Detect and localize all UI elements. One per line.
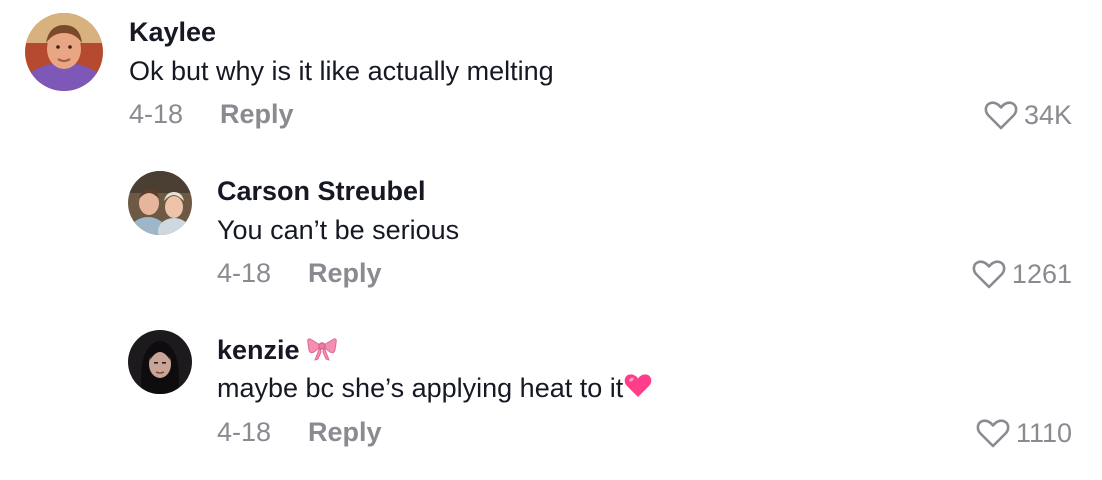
comment-date: 4-18: [217, 417, 272, 447]
comment-text-body: maybe bc she’s applying heat to it: [217, 373, 624, 403]
username-text: kenzie: [217, 335, 300, 365]
comment-text: You can’t be serious: [217, 215, 460, 245]
pink-heart-emoji-icon: [624, 373, 652, 406]
like-count: 34K: [1023, 100, 1072, 130]
reply-button[interactable]: Reply: [220, 99, 294, 130]
like-button[interactable]: 1261: [972, 259, 1072, 290]
avatar[interactable]: [128, 171, 192, 235]
comment-text: Ok but why is it like actually melting: [129, 56, 554, 86]
like-count: 1261: [1011, 259, 1072, 289]
username[interactable]: kenzie: [217, 335, 337, 368]
avatar[interactable]: [128, 330, 192, 394]
like-count: 1110: [1015, 418, 1072, 448]
comment-carson-streubel: Carson Streubel You can’t be serious 4-1…: [0, 160, 1102, 320]
comment-date: 4-18: [129, 99, 184, 129]
comment-text: maybe bc she’s applying heat to it: [217, 373, 652, 406]
like-button[interactable]: 34K: [984, 100, 1072, 131]
heart-outline-icon: [976, 418, 1010, 447]
comment-kaylee: Kaylee Ok but why is it like actually me…: [0, 0, 1102, 160]
comment-date: 4-18: [217, 258, 272, 288]
reply-button[interactable]: Reply: [308, 417, 382, 448]
reply-button[interactable]: Reply: [308, 258, 382, 289]
bow-emoji-icon: [307, 335, 337, 368]
username[interactable]: Kaylee: [129, 17, 216, 48]
comment-kenzie: kenzie maybe bc she’s applying heat to i…: [0, 320, 1102, 480]
avatar[interactable]: [25, 13, 103, 91]
heart-outline-icon: [972, 259, 1006, 288]
heart-outline-icon: [984, 100, 1018, 129]
username[interactable]: Carson Streubel: [217, 176, 426, 207]
like-button[interactable]: 1110: [976, 418, 1072, 449]
